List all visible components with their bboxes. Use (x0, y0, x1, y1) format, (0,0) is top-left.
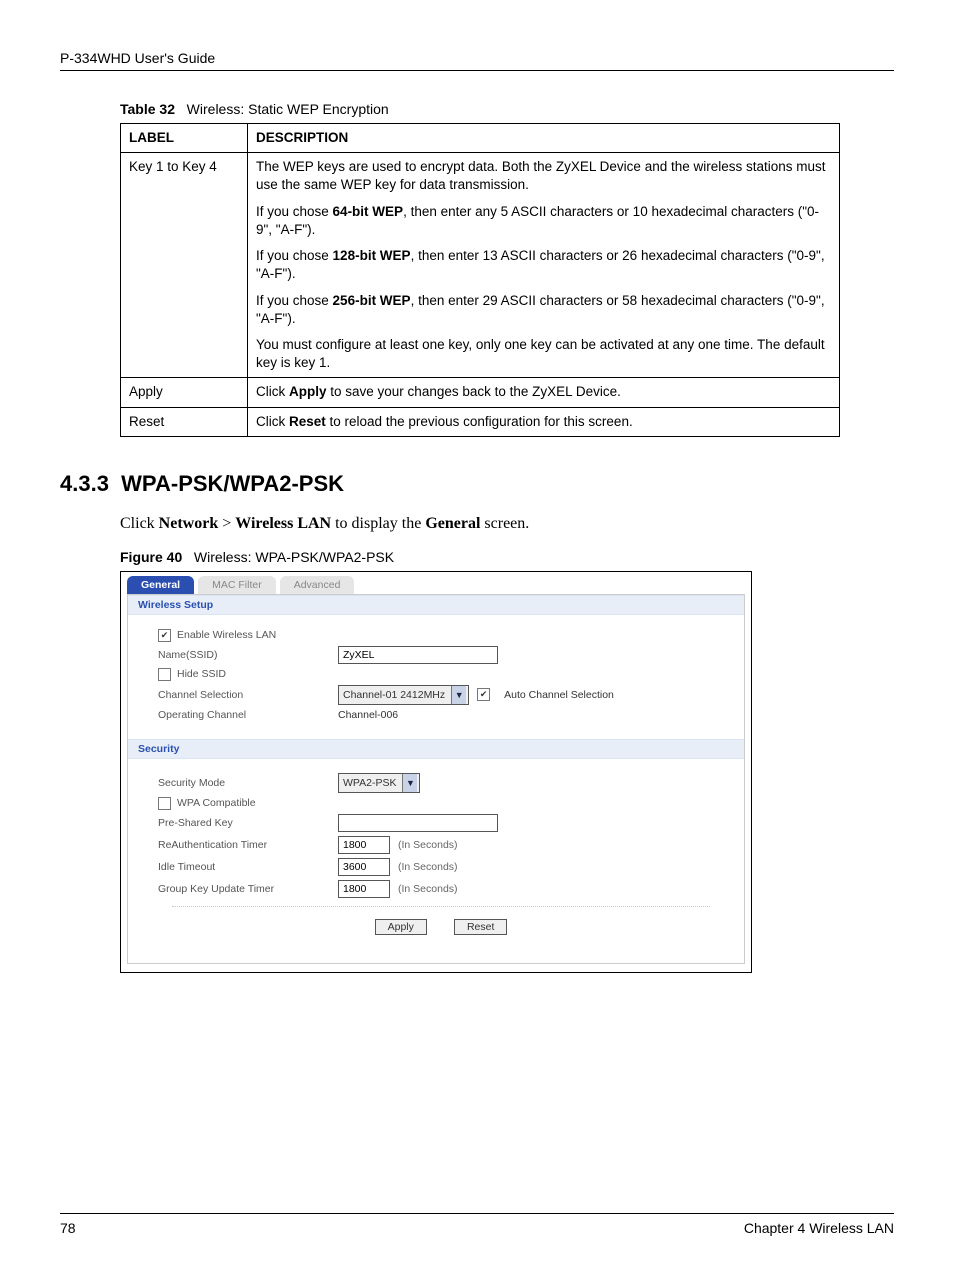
security-mode-label: Security Mode (158, 777, 338, 789)
ssid-label: Name(SSID) (158, 649, 338, 661)
operating-channel-label: Operating Channel (158, 709, 338, 721)
hide-ssid-checkbox[interactable] (158, 668, 171, 681)
page-number: 78 (60, 1220, 76, 1236)
page-footer: 78 Chapter 4 Wireless LAN (60, 1213, 894, 1236)
wep-description-table: LABEL DESCRIPTION Key 1 to Key 4 The WEP… (120, 123, 840, 437)
wpa-compatible-checkbox[interactable] (158, 797, 171, 810)
idle-input[interactable] (338, 858, 390, 876)
channel-select-value: Channel-01 2412MHz (343, 689, 445, 701)
table-number: Table 32 (120, 101, 175, 117)
instruction-text: Click Network > Wireless LAN to display … (120, 515, 894, 533)
page-header: P-334WHD User's Guide (60, 50, 894, 71)
section-title: WPA-PSK/WPA2-PSK (121, 471, 344, 496)
enable-wireless-checkbox[interactable]: ✔ (158, 629, 171, 642)
seconds-hint: (In Seconds) (398, 861, 458, 873)
operating-channel-value: Channel-006 (338, 709, 398, 721)
tab-advanced[interactable]: Advanced (280, 576, 355, 594)
figure-caption: Figure 40 Wireless: WPA-PSK/WPA2-PSK (120, 549, 894, 565)
figure-number: Figure 40 (120, 549, 182, 565)
figure-title: Wireless: WPA-PSK/WPA2-PSK (194, 549, 394, 565)
gku-label: Group Key Update Timer (158, 883, 338, 895)
tab-general[interactable]: General (127, 576, 194, 594)
desc-para: If you chose 256-bit WEP, then enter 29 … (256, 292, 831, 328)
chapter-label: Chapter 4 Wireless LAN (744, 1220, 894, 1236)
table-title: Wireless: Static WEP Encryption (187, 101, 389, 117)
section-security: Security (128, 739, 744, 759)
gku-input[interactable] (338, 880, 390, 898)
table-row: Reset Click Reset to reload the previous… (121, 407, 840, 436)
tab-mac-filter[interactable]: MAC Filter (198, 576, 276, 594)
reset-button[interactable]: Reset (454, 919, 507, 935)
button-bar: Apply Reset (172, 906, 710, 949)
psk-input[interactable] (338, 814, 498, 832)
cell-label: Key 1 to Key 4 (121, 153, 248, 378)
reauth-input[interactable] (338, 836, 390, 854)
reauth-label: ReAuthentication Timer (158, 839, 338, 851)
section-heading: 4.3.3 WPA-PSK/WPA2-PSK (60, 471, 894, 497)
cell-desc: Click Reset to reload the previous confi… (248, 407, 840, 436)
idle-label: Idle Timeout (158, 861, 338, 873)
tab-bar: General MAC Filter Advanced (121, 572, 751, 594)
screenshot-wireless-config: General MAC Filter Advanced Wireless Set… (120, 571, 752, 973)
desc-para: You must configure at least one key, onl… (256, 336, 831, 372)
seconds-hint: (In Seconds) (398, 883, 458, 895)
config-panel: Wireless Setup ✔ Enable Wireless LAN Nam… (127, 594, 745, 964)
hide-ssid-label: Hide SSID (177, 668, 226, 680)
channel-selection-label: Channel Selection (158, 689, 338, 701)
psk-label: Pre-Shared Key (158, 817, 338, 829)
cell-desc: The WEP keys are used to encrypt data. B… (248, 153, 840, 378)
section-number: 4.3.3 (60, 471, 109, 496)
channel-select[interactable]: Channel-01 2412MHz ▼ (338, 685, 469, 705)
auto-channel-checkbox[interactable]: ✔ (477, 688, 490, 701)
chevron-down-icon: ▼ (451, 686, 466, 704)
table-row: Apply Click Apply to save your changes b… (121, 378, 840, 407)
security-mode-value: WPA2-PSK (343, 777, 396, 789)
table-caption: Table 32 Wireless: Static WEP Encryption (120, 101, 894, 117)
enable-wireless-label: Enable Wireless LAN (177, 629, 276, 641)
auto-channel-label: Auto Channel Selection (504, 689, 614, 701)
cell-desc: Click Apply to save your changes back to… (248, 378, 840, 407)
security-mode-select[interactable]: WPA2-PSK ▼ (338, 773, 420, 793)
desc-para: The WEP keys are used to encrypt data. B… (256, 158, 831, 194)
table-row: Key 1 to Key 4 The WEP keys are used to … (121, 153, 840, 378)
ssid-input[interactable] (338, 646, 498, 664)
chevron-down-icon: ▼ (402, 774, 417, 792)
desc-para: If you chose 128-bit WEP, then enter 13 … (256, 247, 831, 283)
cell-label: Apply (121, 378, 248, 407)
cell-label: Reset (121, 407, 248, 436)
col-description: DESCRIPTION (248, 124, 840, 153)
seconds-hint: (In Seconds) (398, 839, 458, 851)
apply-button[interactable]: Apply (375, 919, 427, 935)
wpa-compatible-label: WPA Compatible (177, 797, 256, 809)
col-label: LABEL (121, 124, 248, 153)
desc-para: If you chose 64-bit WEP, then enter any … (256, 203, 831, 239)
section-wireless-setup: Wireless Setup (128, 595, 744, 615)
